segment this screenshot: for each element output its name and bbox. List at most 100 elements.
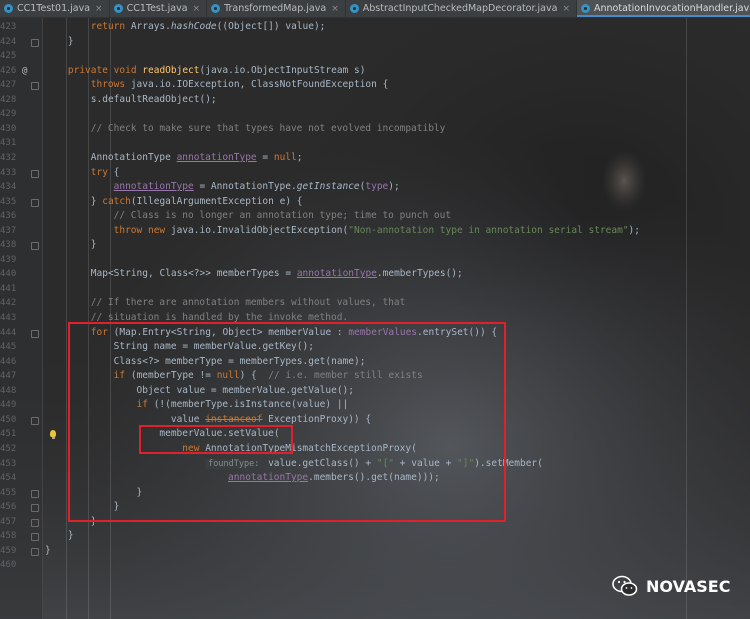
override-marker-icon[interactable]: @ xyxy=(22,64,27,79)
code-line[interactable]: 443 // situation is handled by the invok… xyxy=(0,311,750,326)
code-line[interactable]: 444 for (Map.Entry<String, Object> membe… xyxy=(0,326,750,341)
code-line[interactable]: 426 @ private void readObject(java.io.Obj… xyxy=(0,64,750,79)
code-line[interactable]: 425 xyxy=(0,49,750,64)
editor-tab[interactable]: CC1Test.java × xyxy=(110,0,208,17)
code-text: try { xyxy=(90,166,120,178)
line-number: 442 xyxy=(0,298,17,309)
line-number: 439 xyxy=(0,254,17,265)
class-icon xyxy=(581,4,590,13)
fold-marker-icon[interactable] xyxy=(31,504,39,513)
code-text: } xyxy=(90,515,97,527)
line-number: 451 xyxy=(0,429,17,440)
code-text: Map<String, Class<?>> memberTypes = anno… xyxy=(90,268,463,280)
fold-marker-icon[interactable] xyxy=(31,169,39,178)
code-line[interactable]: 424 } xyxy=(0,35,750,50)
watermark: NOVASEC xyxy=(612,575,730,597)
fold-marker-icon[interactable] xyxy=(31,242,39,251)
code-line[interactable]: 446 Class<?> memberType = memberTypes.ge… xyxy=(0,355,750,370)
watermark-text: NOVASEC xyxy=(646,576,731,596)
code-line[interactable]: 440 Map<String, Class<?>> memberTypes = … xyxy=(0,267,750,282)
code-line[interactable]: 459} xyxy=(0,544,750,559)
code-line[interactable]: 455 } xyxy=(0,486,750,501)
close-icon[interactable]: × xyxy=(331,4,339,14)
code-text: if (memberType != null) { // i.e. member… xyxy=(113,370,423,382)
tab-label: TransformedMap.java xyxy=(224,3,327,14)
code-text: Class<?> memberType = memberTypes.get(na… xyxy=(113,355,366,367)
code-line[interactable]: 458 } xyxy=(0,529,750,544)
line-number: 448 xyxy=(0,385,17,396)
code-text: throws java.io.IOException, ClassNotFoun… xyxy=(90,79,389,91)
code-line[interactable]: 452 new AnnotationTypeMismatchExceptionP… xyxy=(0,442,750,457)
fold-marker-icon[interactable] xyxy=(31,547,39,556)
fold-marker-icon[interactable] xyxy=(31,416,39,425)
line-number: 436 xyxy=(0,211,17,222)
line-number: 443 xyxy=(0,313,17,323)
line-number: 455 xyxy=(0,487,17,498)
code-line[interactable]: 433 try { xyxy=(0,166,750,181)
fold-marker-icon[interactable] xyxy=(31,533,39,542)
code-line[interactable]: 434 annotationType = AnnotationType.getI… xyxy=(0,180,750,195)
code-line[interactable]: 447 if (memberType != null) { // i.e. me… xyxy=(0,369,750,384)
code-text: AnnotationType annotationType = null; xyxy=(90,151,303,163)
code-line[interactable]: 436 // Class is no longer an annotation … xyxy=(0,209,750,224)
class-icon xyxy=(349,4,359,13)
fold-marker-icon[interactable] xyxy=(31,518,39,527)
fold-marker-icon[interactable] xyxy=(31,489,39,498)
line-number: 424 xyxy=(0,36,17,47)
editor-tab[interactable]: AbstractInputCheckedMapDecorator.java × xyxy=(346,0,577,17)
line-number: 460 xyxy=(0,560,17,571)
code-line[interactable]: 432 AnnotationType annotationType = null… xyxy=(0,151,750,166)
code-line[interactable]: 437 throw new java.io.InvalidObjectExcep… xyxy=(0,224,750,239)
code-line[interactable]: 453 foundType: value.getClass() + "[" + … xyxy=(0,457,750,472)
code-line[interactable]: 429 xyxy=(0,107,750,122)
line-number: 440 xyxy=(0,269,17,280)
line-number: 454 xyxy=(0,473,17,484)
code-line[interactable]: 427 throws java.io.IOException, ClassNot… xyxy=(0,78,750,93)
code-text: new AnnotationTypeMismatchExceptionProxy… xyxy=(182,442,417,454)
code-text: } xyxy=(67,35,74,47)
code-line[interactable]: 431 xyxy=(0,136,750,151)
line-number: 458 xyxy=(0,531,17,542)
tab-label: AnnotationInvocationHandler.java xyxy=(594,3,750,14)
editor-tab[interactable]: CC1Test01.java × xyxy=(0,0,110,17)
code-line[interactable]: 423 return Arrays.hashCode((Object[]) va… xyxy=(0,20,750,35)
code-line[interactable]: 460 xyxy=(0,558,750,573)
code-line[interactable]: 449 if (!(memberType.isInstance(value) |… xyxy=(0,398,750,413)
code-line[interactable]: 451 memberValue.setValue( xyxy=(0,427,750,442)
line-number: 429 xyxy=(0,109,17,120)
code-line[interactable]: 428 s.defaultReadObject(); xyxy=(0,93,750,108)
editor-tab[interactable]: TransformedMap.java × xyxy=(207,0,346,17)
close-icon[interactable]: × xyxy=(562,4,570,14)
code-line[interactable]: 457 } xyxy=(0,515,750,530)
line-number: 457 xyxy=(0,516,17,527)
code-line[interactable]: 456 } xyxy=(0,500,750,515)
code-line[interactable]: 430 // Check to make sure that types hav… xyxy=(0,122,750,137)
code-line[interactable]: 442 // If there are annotation members w… xyxy=(0,296,750,311)
close-icon[interactable]: × xyxy=(95,4,103,14)
tab-label: CC1Test.java xyxy=(126,3,188,14)
code-line[interactable]: 445 String name = memberValue.getKey(); xyxy=(0,340,750,355)
fold-marker-icon[interactable] xyxy=(31,82,39,91)
line-number: 449 xyxy=(0,400,17,411)
code-text: for (Map.Entry<String, Object> memberVal… xyxy=(90,326,498,338)
code-text: throw new java.io.InvalidObjectException… xyxy=(113,224,640,236)
close-icon[interactable]: × xyxy=(193,4,201,14)
code-line[interactable]: 454 annotationType.members().get(name)))… xyxy=(0,471,750,486)
line-number: 452 xyxy=(0,443,17,454)
line-number: 453 xyxy=(0,458,17,469)
code-line[interactable]: 435 } catch(IllegalArgumentException e) … xyxy=(0,195,750,210)
code-line[interactable]: 450 value instanceof ExceptionProxy)) { xyxy=(0,413,750,428)
line-number: 431 xyxy=(0,138,17,149)
editor-tab[interactable]: AnnotationInvocationHandler.java× xyxy=(577,0,750,17)
code-text: } xyxy=(45,544,51,556)
code-line[interactable]: 448 Object value = memberValue.getValue(… xyxy=(0,384,750,399)
code-line[interactable]: 438 } xyxy=(0,238,750,253)
fold-marker-icon[interactable] xyxy=(31,198,39,207)
wechat-icon xyxy=(612,575,638,596)
line-number: 430 xyxy=(0,123,17,134)
fold-marker-icon[interactable] xyxy=(31,329,39,338)
code-text: Object value = memberValue.getValue(); xyxy=(136,384,354,396)
fold-marker-icon[interactable] xyxy=(31,38,39,47)
code-line[interactable]: 441 xyxy=(0,282,750,297)
code-line[interactable]: 439 xyxy=(0,253,750,268)
